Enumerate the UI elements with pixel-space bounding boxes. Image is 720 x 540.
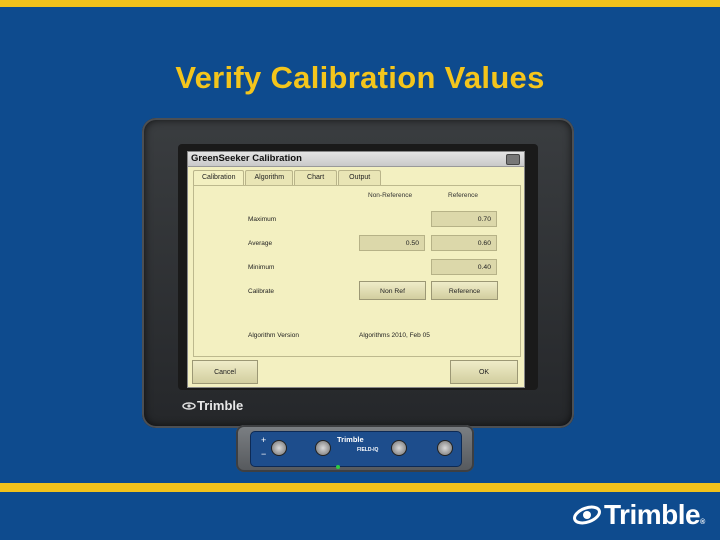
minimum-reference-value: 0.40 bbox=[431, 259, 497, 275]
top-accent-bar bbox=[0, 0, 720, 7]
reference-button[interactable]: Reference bbox=[431, 281, 498, 300]
algorithm-version-value: Algorithms 2010, Feb 05 bbox=[359, 332, 430, 339]
trimble-swoosh-icon bbox=[182, 401, 196, 410]
ok-button[interactable]: OK bbox=[450, 360, 518, 384]
control-knob-4[interactable] bbox=[437, 440, 453, 456]
minimum-label: Minimum bbox=[248, 264, 275, 271]
slide-background: Verify Calibration Values Trimble GreenS… bbox=[0, 0, 720, 540]
average-reference-value: 0.60 bbox=[431, 235, 497, 251]
maximum-label: Maximum bbox=[248, 216, 277, 223]
tab-bar: Calibration Algorithm Chart Output bbox=[193, 170, 382, 186]
tab-calibration[interactable]: Calibration bbox=[193, 170, 245, 186]
control-knob-1[interactable] bbox=[271, 440, 287, 456]
column-header-reference: Reference bbox=[448, 192, 478, 199]
plus-icon: + bbox=[261, 435, 267, 445]
tab-output[interactable]: Output bbox=[338, 170, 382, 185]
controller-panel: + − Trimble FIELD-IQ bbox=[250, 431, 462, 467]
minus-icon: − bbox=[261, 449, 267, 459]
tab-algorithm[interactable]: Algorithm bbox=[245, 170, 294, 185]
calibrate-label: Calibrate bbox=[248, 288, 275, 295]
status-led bbox=[336, 465, 340, 469]
brand-name: Trimble bbox=[604, 499, 701, 530]
controller-logo: Trimble bbox=[337, 435, 364, 444]
tab-chart[interactable]: Chart bbox=[294, 170, 338, 185]
slide-title: Verify Calibration Values bbox=[175, 60, 545, 95]
calibration-window: GreenSeeker Calibration Calibration Algo… bbox=[187, 151, 525, 388]
trimble-swoosh-icon bbox=[573, 505, 601, 525]
bottom-accent-bar bbox=[0, 483, 720, 492]
maximum-reference-value: 0.70 bbox=[431, 211, 497, 227]
non-ref-button[interactable]: Non Ref bbox=[359, 281, 426, 300]
average-non-reference-value: 0.50 bbox=[359, 235, 425, 251]
trimble-logo: Trimble ® bbox=[572, 498, 705, 532]
registered-mark: ® bbox=[700, 519, 705, 526]
field-iq-controller: + − Trimble FIELD-IQ bbox=[236, 425, 474, 472]
column-header-non-reference: Non-Reference bbox=[368, 192, 413, 199]
device-logo-text: Trimble bbox=[197, 398, 244, 413]
cancel-button[interactable]: Cancel bbox=[192, 360, 258, 384]
window-menu-icon[interactable] bbox=[506, 154, 520, 165]
controller-model: FIELD-IQ bbox=[357, 447, 379, 453]
average-label: Average bbox=[248, 240, 273, 247]
window-title: GreenSeeker Calibration bbox=[191, 153, 302, 164]
control-knob-3[interactable] bbox=[391, 440, 407, 456]
control-knob-2[interactable] bbox=[315, 440, 331, 456]
device-logo: Trimble bbox=[182, 398, 243, 413]
window-titlebar: GreenSeeker Calibration bbox=[188, 152, 524, 167]
algorithm-version-label: Algorithm Version bbox=[248, 332, 299, 339]
